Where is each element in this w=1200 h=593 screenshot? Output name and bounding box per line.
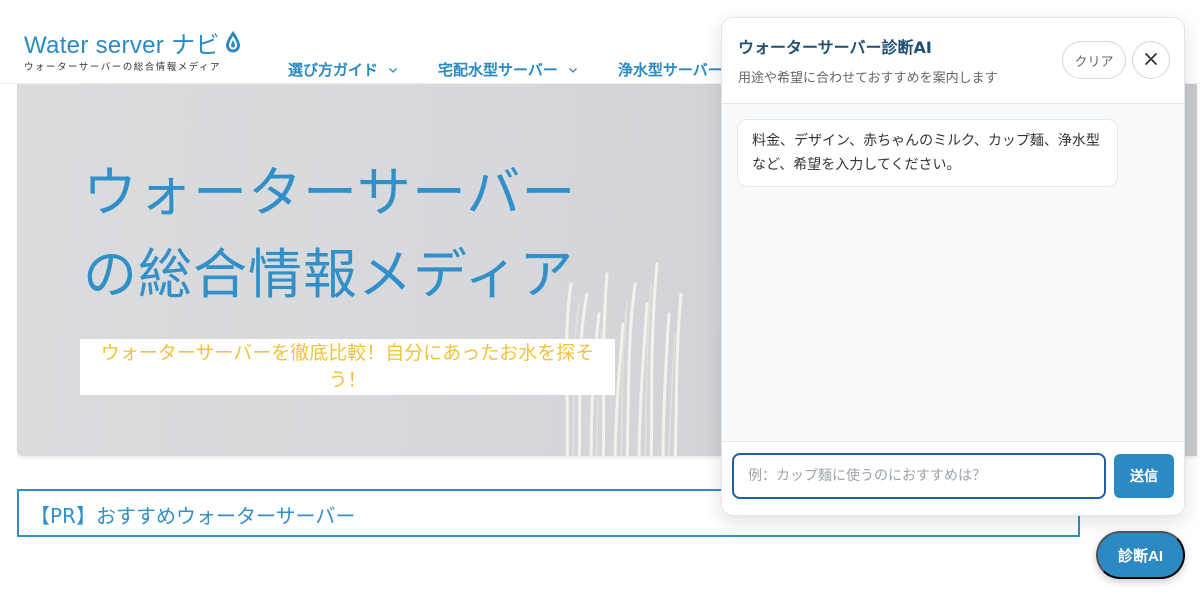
close-button[interactable] [1132,41,1170,79]
diagnosis-ai-button[interactable]: 診断AI [1096,531,1185,579]
chat-subtitle: 用途や希望に合わせておすすめを案内します [738,71,998,86]
nav-item-delivery-server[interactable]: 宅配水型サーバー [438,59,578,80]
logo-subtitle: ウォーターサーバーの総合情報メディア [24,62,222,73]
logo-text: Water server ナビ [24,31,220,59]
hero-title: ウォーターサーバー の総合情報メディア [83,152,576,316]
chat-input[interactable] [732,453,1106,499]
chat-title: ウォーターサーバー診断AI [738,38,932,57]
water-drop-icon [224,30,242,54]
main-nav: 選び方ガイド 宅配水型サーバー 浄水型サーバー [288,59,763,80]
nav-item-label: 選び方ガイド [288,61,379,79]
pr-section-title: 【PR】おすすめウォーターサーバー [30,504,356,528]
hero-title-line2: の総合情報メディア [83,243,575,306]
nav-item-guide[interactable]: 選び方ガイド [288,59,398,80]
hero-subtitle: ウォーターサーバーを徹底比較！自分にあったお水を探そう！ [80,339,615,395]
logo-main: Water server ナビ [24,26,254,59]
site-logo[interactable]: Water server ナビ ウォーターサーバーの総合情報メディア [24,26,254,76]
assistant-message: 料金、デザイン、赤ちゃんのミルク、カップ麺、浄水型など、希望を入力してください。 [737,119,1118,187]
chevron-down-icon [388,65,398,75]
nav-item-label: 宅配水型サーバー [438,61,558,79]
diagnosis-ai-chat-panel: ウォーターサーバー診断AI 用途や希望に合わせておすすめを案内します クリア 料… [721,17,1185,516]
close-icon [1144,52,1158,69]
hero-title-line1: ウォーターサーバー [83,161,577,224]
chevron-down-icon [568,65,578,75]
clear-button[interactable]: クリア [1062,41,1126,79]
nav-item-purifier-server[interactable]: 浄水型サーバー [618,59,723,80]
chat-messages: 料金、デザイン、赤ちゃんのミルク、カップ麺、浄水型など、希望を入力してください。 [722,104,1184,441]
nav-item-label: 浄水型サーバー [617,61,723,79]
chat-header: ウォーターサーバー診断AI 用途や希望に合わせておすすめを案内します クリア [722,18,1184,104]
send-button[interactable]: 送信 [1114,454,1174,498]
chat-input-area: 送信 [722,441,1184,515]
